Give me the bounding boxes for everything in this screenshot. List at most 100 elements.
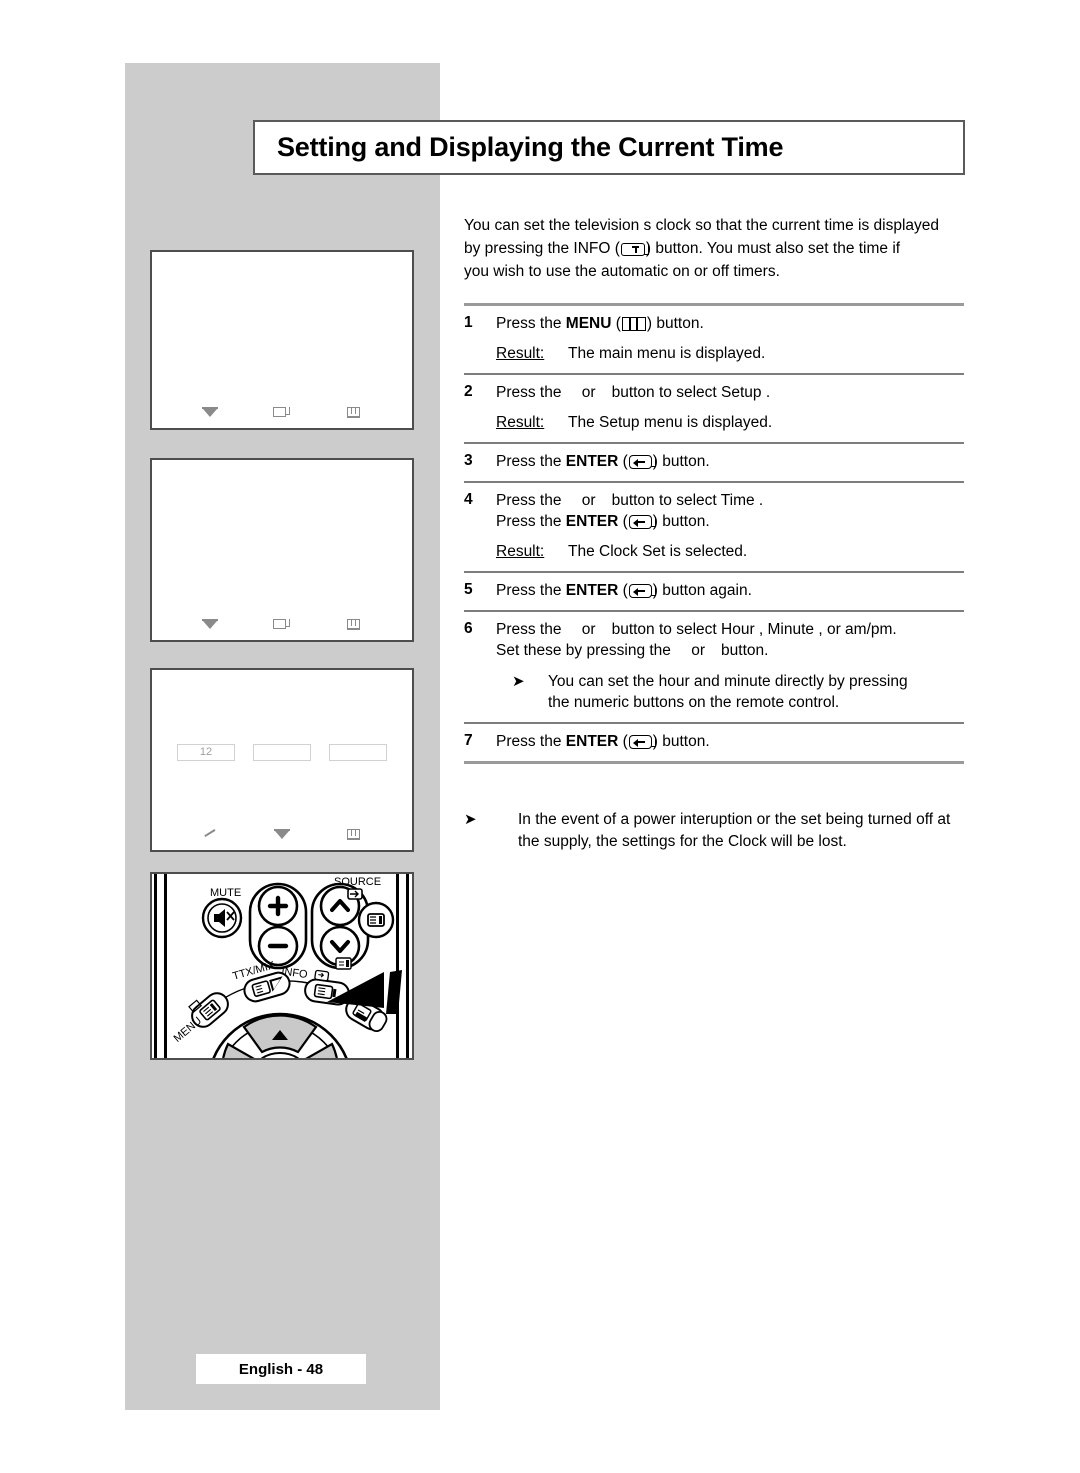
step-4-l2-paren: ( [618, 513, 628, 530]
step-7: 7 Press the ENTER () button. [464, 724, 964, 761]
screen-2-footer-icons [152, 616, 412, 632]
intro-line-2: by pressing the INFO () button. You must… [464, 237, 964, 260]
clock-time-fields: 12 [152, 744, 412, 761]
move-icon [273, 828, 291, 842]
hour-field[interactable]: 12 [177, 744, 235, 761]
step-4-instruction-line-2: Press the ENTER ( ) button. [496, 511, 964, 532]
step-1-bold: MENU [565, 315, 612, 332]
step-5-instruction: Press the ENTER () button again. [496, 580, 964, 601]
step-3-number: 3 [464, 452, 473, 469]
menu-screen-1 [150, 250, 414, 430]
step-6-instruction-line-1: Press the or button to select Hour , Minu… [496, 619, 964, 640]
step-5: 5 Press the ENTER () button again. [464, 573, 964, 610]
step-6-l2-or: or [691, 642, 706, 659]
step-4-post: button to select Time . [611, 492, 764, 509]
main-content: You can set the television s clock so th… [464, 214, 964, 853]
screen-1-footer-icons [152, 404, 412, 420]
step-5-number: 5 [464, 581, 473, 598]
return-icon [345, 406, 363, 420]
step-6: 6 Press the or button to select Hour , Mi… [464, 612, 964, 722]
step-4: 4 Press the or button to select Time . Pr… [464, 483, 964, 571]
step-1-number: 1 [464, 314, 473, 331]
step-4-result: Result: The Clock Set is selected. [496, 541, 964, 562]
step-2-or: or [581, 384, 596, 401]
step-7-paren: ( [618, 733, 628, 750]
intro-line-1: You can set the television s clock so th… [464, 217, 940, 234]
enter-icon [273, 406, 291, 420]
return-icon [345, 828, 363, 842]
step-6-instruction-line-2: Set these by pressing the or button. [496, 640, 964, 661]
step-2-instruction: Press the or button to select Setup . [496, 382, 964, 403]
step-6-or: or [581, 621, 596, 638]
step-4-l2-post: ) button. [652, 513, 710, 530]
step-6-note-line-2: the numeric buttons on the remote contro… [548, 694, 840, 711]
step-1-paren: ( [611, 315, 621, 332]
page-title-bar: Setting and Displaying the Current Time [253, 120, 965, 175]
step-6-post: button to select Hour , Minute , or am/p… [611, 621, 897, 638]
menu-screen-2 [150, 458, 414, 642]
intro-paragraph: You can set the television s clock so th… [464, 214, 964, 283]
step-1-post: ) button. [646, 315, 704, 332]
power-interruption-note-text: In the event of a power interuption or t… [518, 809, 950, 853]
return-icon [345, 618, 363, 632]
enter-icon [628, 515, 656, 529]
step-3: 3 Press the ENTER () button. [464, 444, 964, 481]
step-2-number: 2 [464, 383, 473, 400]
enter-icon [273, 618, 291, 632]
intro-line-2-pre: by pressing the INFO ( [464, 240, 620, 257]
info-icon [620, 243, 649, 256]
step-1-pre: Press the [496, 315, 566, 332]
move-icon [201, 618, 219, 632]
bottom-note-line-2: the supply, the settings for the Clock w… [518, 833, 847, 850]
step-7-pre: Press the [496, 733, 566, 750]
step-6-note: ➤ You can set the hour and minute direct… [496, 671, 964, 713]
step-1-result-label: Result: [496, 345, 545, 362]
steps-bottom-rule [464, 761, 964, 764]
step-1-instruction: Press the MENU ( ) button. [496, 313, 964, 334]
step-4-l2-pre: Press the [496, 513, 566, 530]
adjust-icon [201, 828, 219, 842]
step-2-post: button to select Setup . [611, 384, 771, 401]
remote-mute-label: MUTE [210, 887, 241, 899]
step-4-instruction-line-1: Press the or button to select Time . [496, 490, 964, 511]
ampm-field[interactable] [329, 744, 387, 761]
step-3-instruction: Press the ENTER () button. [496, 451, 964, 472]
step-1-result-text: The main menu is displayed. [568, 345, 766, 362]
step-6-number: 6 [464, 620, 473, 637]
clock-set-screen: 12 [150, 668, 414, 852]
step-2-result: Result: The Setup menu is displayed. [496, 412, 964, 433]
step-4-result-label: Result: [496, 543, 545, 560]
step-3-post: ) button. [652, 453, 710, 470]
step-4-number: 4 [464, 491, 473, 508]
step-6-l2-post: button. [721, 642, 769, 659]
step-4-pre: Press the [496, 492, 566, 509]
remote-source-label: SOURCE [334, 876, 381, 888]
page-footer: English - 48 [196, 1354, 366, 1384]
step-6-note-text: You can set the hour and minute directly… [548, 671, 908, 713]
enter-icon [628, 584, 656, 598]
step-5-paren: ( [618, 582, 628, 599]
enter-icon [628, 455, 656, 469]
remote-control-illustration: MUTE SOURCE MENU TTX/MIX INFO [150, 872, 414, 1060]
step-2-result-label: Result: [496, 414, 545, 431]
page-title: Setting and Displaying the Current Time [277, 132, 784, 162]
step-4-l2-bold: ENTER [565, 513, 619, 530]
power-interruption-note: ➤ In the event of a power interuption or… [464, 809, 964, 853]
screen-3-footer-icons [152, 826, 412, 842]
note-arrow-bullet-icon: ➤ [512, 673, 525, 690]
step-5-bold: ENTER [565, 582, 619, 599]
step-5-pre: Press the [496, 582, 566, 599]
enter-icon [628, 735, 656, 749]
step-7-bold: ENTER [565, 733, 619, 750]
step-6-note-line-1: You can set the hour and minute directly… [548, 673, 908, 690]
step-3-pre: Press the [496, 453, 566, 470]
step-4-or: or [581, 492, 596, 509]
minute-field[interactable] [253, 744, 311, 761]
step-2-pre: Press the [496, 384, 566, 401]
step-2-result-text: The Setup menu is displayed. [568, 414, 773, 431]
note-arrow-bullet-icon: ➤ [464, 811, 477, 828]
step-7-instruction: Press the ENTER () button. [496, 731, 964, 752]
step-1: 1 Press the MENU ( ) button. Result: The … [464, 306, 964, 373]
move-icon [201, 406, 219, 420]
step-1-result: Result: The main menu is displayed. [496, 343, 964, 364]
